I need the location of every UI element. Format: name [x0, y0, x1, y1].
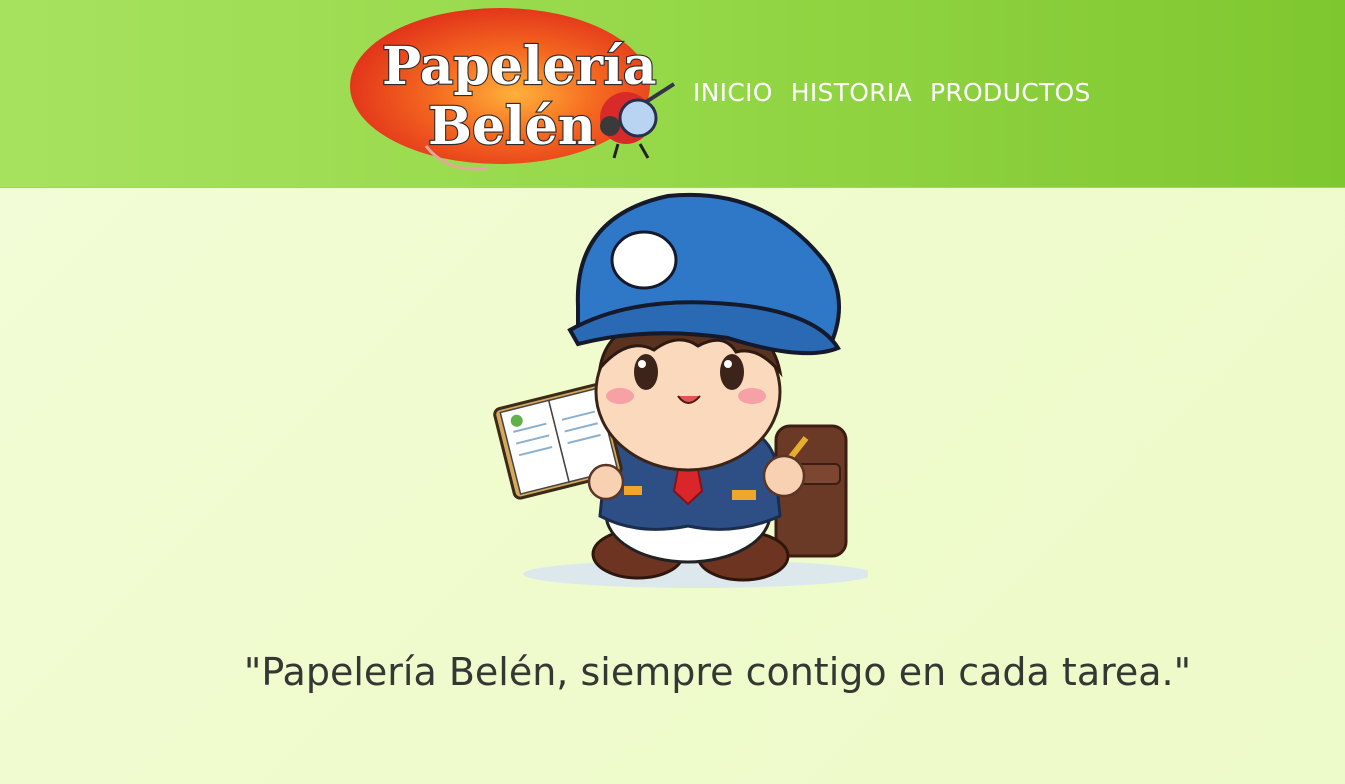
nav-link-inicio[interactable]: INICIO — [693, 78, 773, 107]
hero-slogan: "Papelería Belén, siempre contigo en cad… — [243, 650, 1192, 694]
mascot-illustration — [488, 186, 868, 596]
nav-link-historia[interactable]: HISTORIA — [791, 78, 912, 107]
site-header: Papelería Belén INICIO HISTORIA PRODUCTO… — [0, 0, 1345, 188]
logo-text-line1: Papelería — [382, 36, 657, 97]
nav-link-productos[interactable]: PRODUCTOS — [930, 78, 1091, 107]
logo-graphic: Papelería Belén — [350, 8, 676, 171]
logo-text-line2: Belén — [428, 96, 596, 157]
papeleria-belen-logo[interactable]: Papelería Belén — [348, 6, 688, 184]
mascot-graphic — [493, 192, 868, 588]
main-nav: INICIO HISTORIA PRODUCTOS — [693, 78, 1091, 107]
